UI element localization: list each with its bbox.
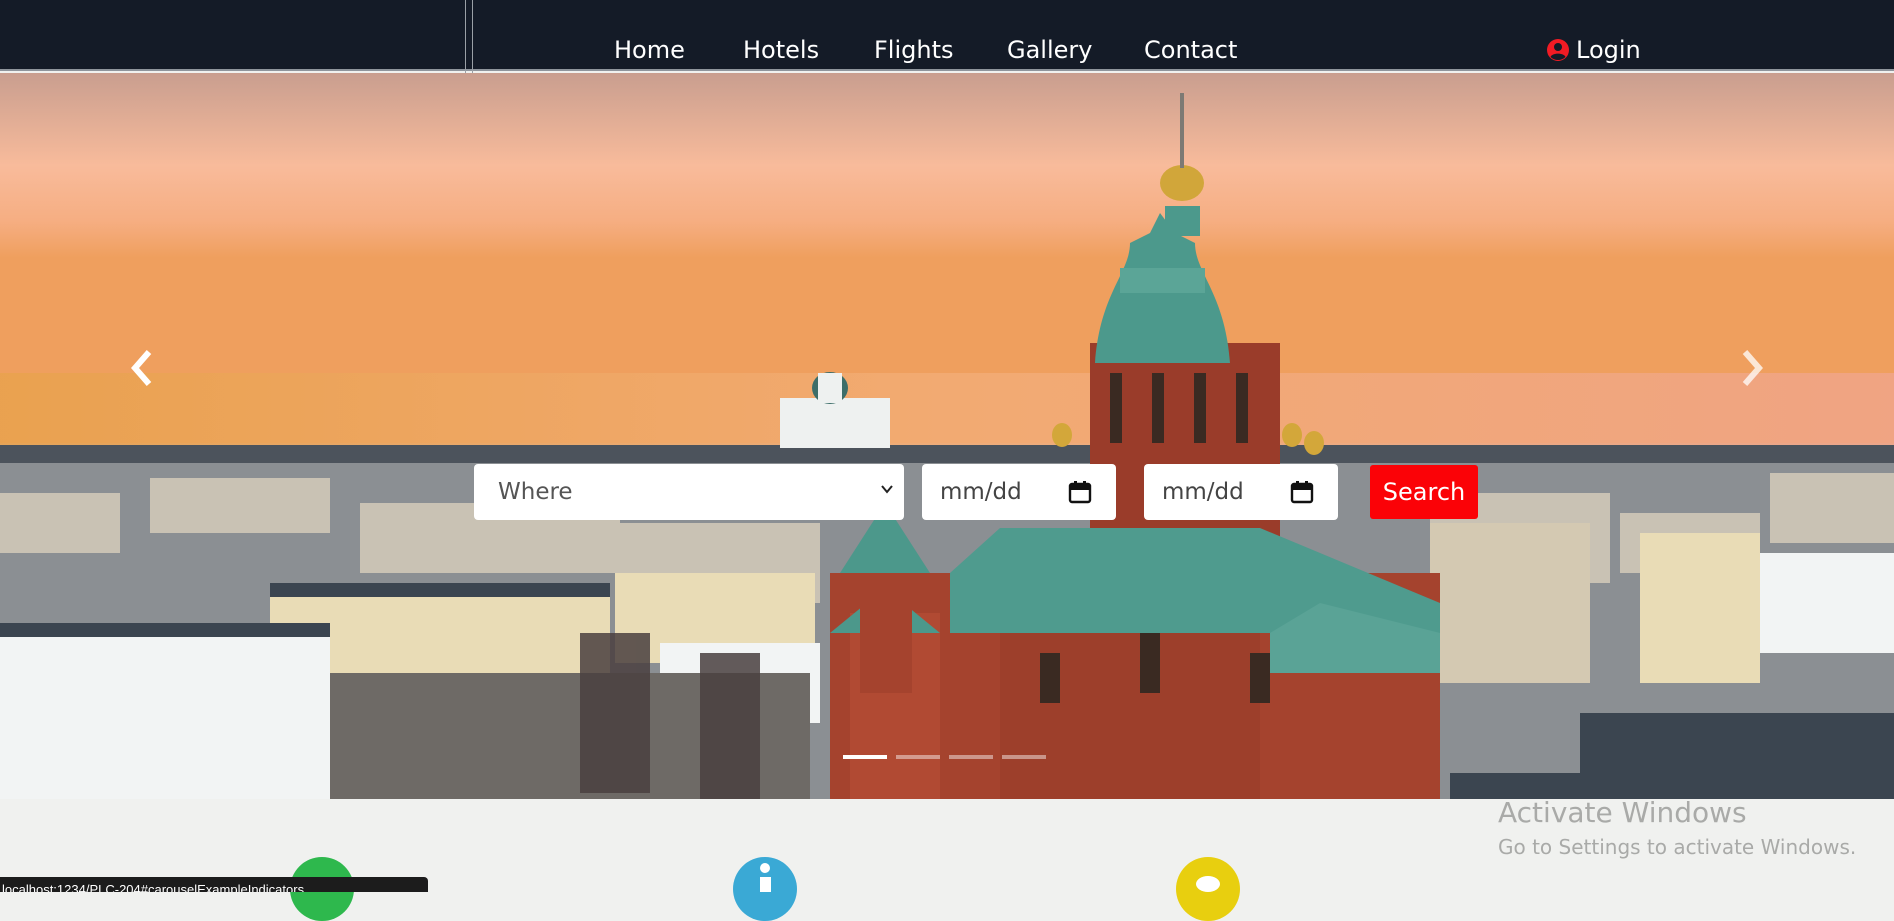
calendar-icon[interactable] xyxy=(1068,480,1092,504)
login-label: Login xyxy=(1576,36,1641,64)
nav-home-link[interactable]: Home xyxy=(614,36,685,64)
chevron-right-icon xyxy=(1742,350,1763,386)
login-link[interactable]: Login xyxy=(1546,36,1641,64)
destination-select[interactable]: Where xyxy=(474,464,904,520)
nav-gallery-link[interactable]: Gallery xyxy=(1007,36,1092,64)
windows-activation-watermark: Activate Windows Go to Settings to activ… xyxy=(1498,796,1856,859)
carousel-indicator-4[interactable] xyxy=(1002,755,1046,759)
info-icon xyxy=(733,857,797,921)
chat-glyph xyxy=(1196,876,1220,892)
checkin-date-value: mm/dd xyxy=(940,479,1022,505)
checkout-date-input[interactable]: mm/dd xyxy=(1144,464,1338,520)
carousel-indicator-2[interactable] xyxy=(896,755,940,759)
link-status-bar: localhost:1234/PLC-204#carouselExampleIn… xyxy=(0,877,428,892)
top-navbar: Home Hotels Flights Gallery Contact Logi… xyxy=(0,0,1894,212)
user-circle-icon xyxy=(1547,39,1569,61)
carousel-indicator-1[interactable] xyxy=(843,755,887,759)
nav-flights-link[interactable]: Flights xyxy=(874,36,954,64)
carousel-indicators xyxy=(843,755,1046,759)
destination-select-value: Where xyxy=(498,479,573,505)
hero-carousel: Where mm/dd mm/dd Search xyxy=(0,73,1894,799)
carousel-next-button[interactable] xyxy=(1727,328,1777,408)
carousel-prev-button[interactable] xyxy=(117,328,167,408)
checkin-date-input[interactable]: mm/dd xyxy=(922,464,1116,520)
carousel-indicator-3[interactable] xyxy=(949,755,993,759)
chat-icon xyxy=(1176,857,1240,921)
nav-hotels-link[interactable]: Hotels xyxy=(743,36,819,64)
info-glyph xyxy=(760,863,771,892)
chevron-down-icon xyxy=(881,485,893,494)
watermark-title: Activate Windows xyxy=(1498,796,1747,829)
calendar-icon[interactable] xyxy=(1290,480,1314,504)
city-cathedral-image xyxy=(0,73,1894,799)
chevron-left-icon xyxy=(131,350,152,386)
search-button[interactable]: Search xyxy=(1370,465,1478,519)
nav-contact-link[interactable]: Contact xyxy=(1144,36,1237,64)
checkout-date-value: mm/dd xyxy=(1162,479,1244,505)
watermark-subtitle: Go to Settings to activate Windows. xyxy=(1498,835,1857,859)
